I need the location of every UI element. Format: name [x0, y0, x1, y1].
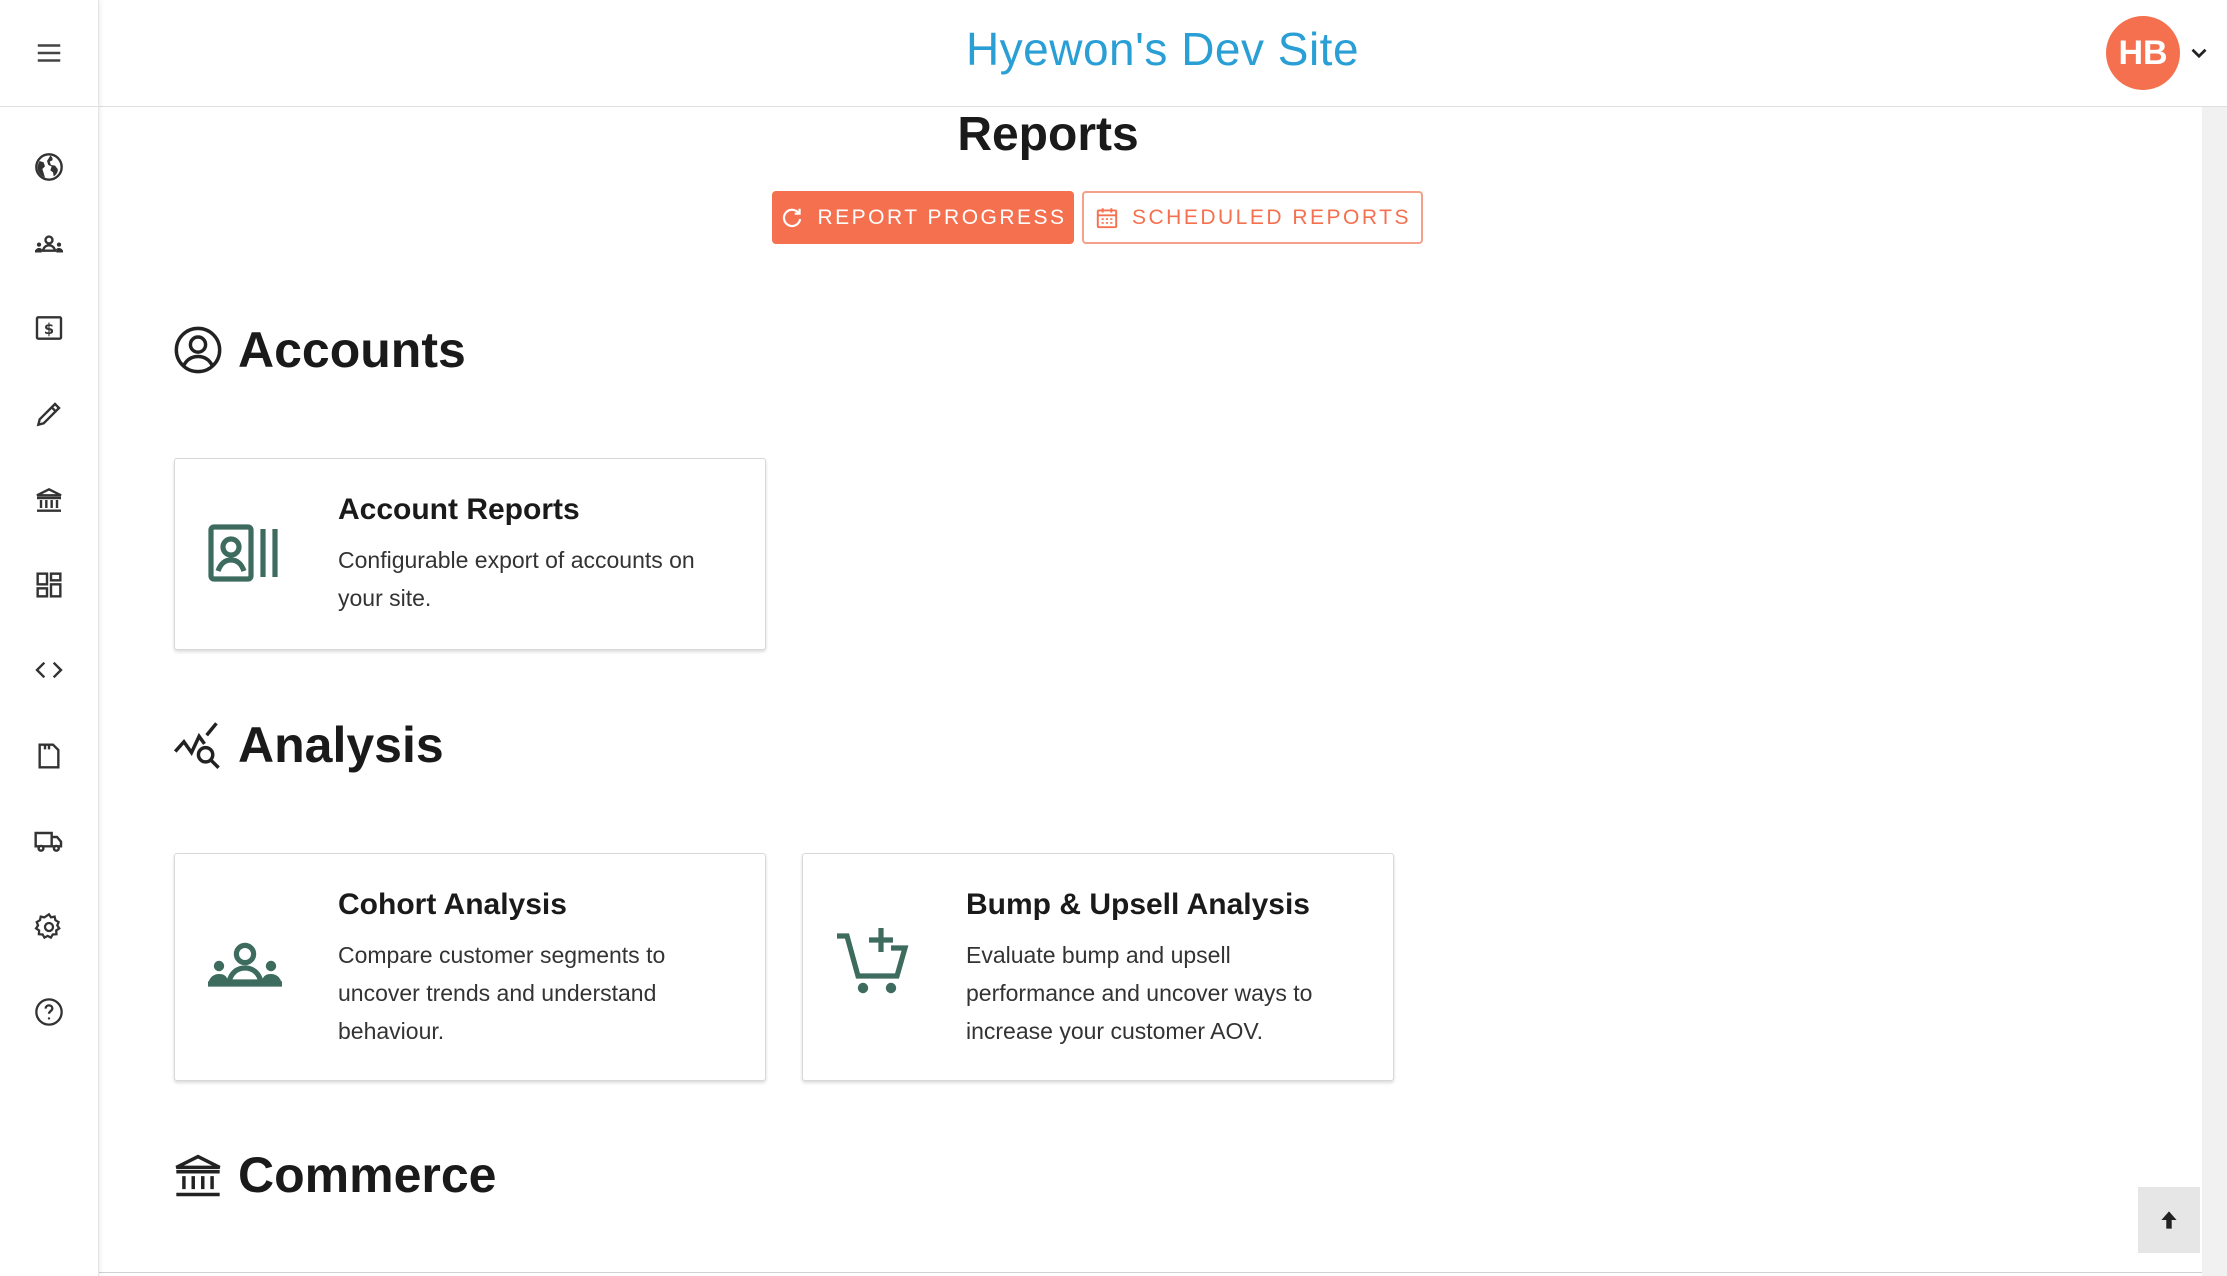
help-icon — [35, 998, 63, 1026]
sidebar-item-help[interactable] — [0, 982, 98, 1042]
card-bump-upsell-analysis[interactable]: Bump & Upsell Analysis Evaluate bump and… — [802, 853, 1394, 1081]
hamburger-icon — [37, 44, 61, 62]
truck-icon — [34, 831, 63, 852]
calendar-icon — [1096, 207, 1118, 228]
main-content: Reports Report Progress Scheduled Report… — [98, 107, 2202, 1276]
divider — [98, 1272, 2202, 1273]
sidebar-item-code[interactable] — [0, 640, 98, 700]
section-analysis-title: Analysis — [238, 717, 444, 773]
cart-add-icon — [837, 928, 909, 994]
card-description: Compare customer segments to uncover tre… — [338, 942, 666, 1044]
sidebar-item-billing[interactable]: $ — [0, 298, 98, 358]
page-title: Reports — [957, 108, 1139, 161]
card-title: Account Reports — [338, 493, 580, 526]
section-accounts-heading: Accounts — [172, 321, 466, 379]
card-description: Evaluate bump and upsell performance and… — [966, 942, 1313, 1044]
site-title[interactable]: Hyewon's Dev Site — [98, 22, 2227, 76]
user-avatar[interactable]: HB — [2106, 16, 2180, 90]
sidebar-item-group[interactable] — [0, 214, 98, 274]
sidebar-item-settings[interactable] — [0, 897, 98, 957]
card-description: Configurable export of accounts on your … — [338, 547, 695, 611]
sidebar-item-documents[interactable] — [0, 726, 98, 786]
card-cohort-analysis[interactable]: Cohort Analysis Compare customer segment… — [174, 853, 766, 1081]
globe-icon — [35, 153, 63, 181]
scroll-to-top-button[interactable] — [2138, 1187, 2200, 1253]
section-commerce-title: Commerce — [238, 1147, 497, 1203]
bank-icon — [36, 487, 62, 512]
section-accounts-title: Accounts — [238, 322, 466, 378]
scheduled-reports-label: Scheduled Reports — [1132, 205, 1411, 229]
account-circle-icon — [174, 326, 222, 374]
page-scrollbar[interactable] — [2202, 107, 2227, 1276]
pencil-icon — [36, 402, 61, 427]
top-header: Hyewon's Dev Site HB — [98, 0, 2227, 107]
report-progress-button[interactable]: Report Progress — [772, 191, 1074, 244]
arrow-up-icon — [2161, 1211, 2177, 1229]
section-commerce-heading: Commerce — [172, 1146, 496, 1204]
section-analysis-heading: Analysis — [172, 716, 444, 774]
gear-icon — [34, 912, 61, 940]
svg-text:$: $ — [44, 321, 54, 338]
cohort-group-icon — [208, 942, 282, 987]
bank-icon — [175, 1154, 221, 1197]
sidebar-item-bank[interactable] — [0, 470, 98, 530]
dollar-icon: $ — [35, 316, 63, 340]
code-icon — [35, 661, 63, 679]
chevron-down-icon[interactable] — [2186, 40, 2212, 66]
account-reports-icon — [208, 524, 278, 582]
sidebar-item-dashboard[interactable] — [0, 555, 98, 615]
card-title: Bump & Upsell Analysis — [966, 888, 1310, 921]
refresh-icon — [783, 208, 802, 227]
sidebar-item-globe[interactable] — [0, 137, 98, 197]
sidebar: $ — [0, 0, 99, 1276]
report-progress-label: Report Progress — [817, 205, 1067, 229]
card-account-reports[interactable]: Account Reports Configurable export of a… — [174, 458, 766, 650]
sidebar-item-edit[interactable] — [0, 384, 98, 444]
hamburger-menu-button[interactable] — [0, 0, 98, 107]
scheduled-reports-button[interactable]: Scheduled Reports — [1082, 191, 1423, 244]
document-icon — [38, 743, 60, 769]
dashboard-icon — [36, 572, 62, 598]
card-title: Cohort Analysis — [338, 888, 567, 921]
group-icon — [35, 235, 63, 253]
analytics-search-icon — [173, 722, 220, 769]
sidebar-item-shipping[interactable] — [0, 811, 98, 871]
